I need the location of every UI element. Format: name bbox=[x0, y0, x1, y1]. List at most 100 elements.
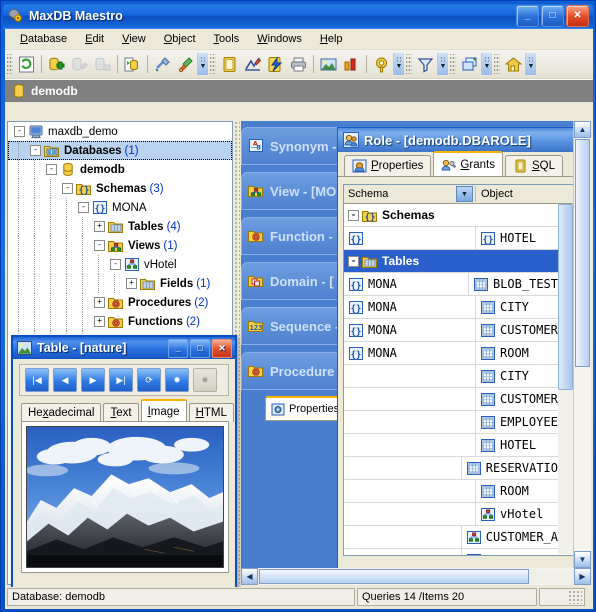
tree-node[interactable]: - vHotel bbox=[8, 255, 232, 274]
tab-properties[interactable]: Properties bbox=[344, 155, 432, 176]
grid-cell-object[interactable]: CITY bbox=[476, 296, 558, 318]
toolbar-overflow-button[interactable]: ∷ ▼ bbox=[197, 53, 208, 75]
grid-cell-object[interactable]: {} HOTEL bbox=[476, 227, 558, 249]
menu-tools[interactable]: Tools bbox=[205, 31, 249, 47]
add-database-icon[interactable] bbox=[46, 54, 67, 75]
grid-data-row[interactable]: CITY bbox=[344, 365, 558, 388]
grid-cell-schema[interactable]: {} bbox=[344, 227, 476, 249]
scroll-right-icon[interactable]: ▶ bbox=[574, 568, 591, 585]
edit-database-icon[interactable] bbox=[69, 54, 90, 75]
toolbar-overflow-button[interactable]: ∷ ▼ bbox=[393, 53, 404, 75]
security-icon[interactable] bbox=[371, 54, 392, 75]
design-query-icon[interactable] bbox=[242, 54, 263, 75]
collapse-icon[interactable]: - bbox=[348, 209, 359, 221]
grid-cell-object[interactable]: vHotel bbox=[476, 503, 558, 525]
tree-node[interactable]: + Functions (2) bbox=[8, 312, 232, 331]
grid-data-row[interactable]: HOTEL bbox=[344, 434, 558, 457]
grid-cell-schema[interactable] bbox=[344, 411, 476, 433]
grid-cell-schema[interactable] bbox=[344, 503, 476, 525]
collapse-icon[interactable]: - bbox=[30, 145, 41, 156]
grid-cell-object[interactable]: CUSTOMER bbox=[476, 319, 558, 341]
toolbar-grip[interactable] bbox=[494, 54, 500, 74]
dialog-close-button[interactable]: ✕ bbox=[212, 338, 232, 358]
toolbar-grip[interactable] bbox=[210, 54, 216, 74]
tree-node[interactable]: - Views (1) bbox=[8, 236, 232, 255]
grid-cell-object[interactable]: ROOM bbox=[476, 480, 558, 502]
mdi-scroll-thumb[interactable] bbox=[575, 139, 590, 367]
tab-image[interactable]: Image bbox=[140, 399, 187, 422]
new-query-icon[interactable] bbox=[219, 54, 240, 75]
grid-data-row[interactable]: {} {} HOTEL bbox=[344, 227, 558, 250]
collapse-icon[interactable]: - bbox=[46, 164, 57, 175]
tab-text[interactable]: Text bbox=[103, 403, 139, 422]
toolbar-grip[interactable] bbox=[7, 54, 13, 74]
collapse-icon[interactable]: - bbox=[78, 202, 89, 213]
grid-cell-schema[interactable] bbox=[344, 365, 476, 387]
grid-data-row[interactable]: {} MONA BLOB_TEST bbox=[344, 273, 558, 296]
chart-icon[interactable] bbox=[341, 54, 362, 75]
grid-cell-object[interactable]: RESERVATIO bbox=[462, 457, 558, 479]
disconnect-icon[interactable] bbox=[152, 54, 173, 75]
tree-node[interactable]: + Tables (4) bbox=[8, 217, 232, 236]
grid-data-row[interactable]: CUSTOMER bbox=[344, 388, 558, 411]
grid-scroll-thumb[interactable] bbox=[558, 204, 573, 390]
last-record-button[interactable]: ▶| bbox=[109, 368, 133, 392]
delete-database-icon[interactable] bbox=[92, 54, 113, 75]
mdi-hscroll-thumb[interactable] bbox=[259, 569, 529, 584]
tree-node[interactable]: + Fields (1) bbox=[8, 274, 232, 293]
menu-object[interactable]: Object bbox=[155, 31, 205, 47]
grid-cell-object[interactable]: CUSTOM_HOT bbox=[462, 549, 558, 555]
collapse-icon[interactable]: - bbox=[14, 126, 25, 137]
grid-cell-schema[interactable]: {} MONA bbox=[344, 273, 469, 295]
resize-grip-icon[interactable] bbox=[568, 590, 582, 604]
tab-sql[interactable]: SQL bbox=[504, 155, 563, 176]
tree-node[interactable]: - Databases (1) bbox=[8, 141, 232, 160]
scroll-up-icon[interactable]: ▲ bbox=[574, 121, 591, 138]
refresh-button[interactable]: ⟳ bbox=[137, 368, 161, 392]
grid-data-row[interactable]: CUSTOM_HOT bbox=[344, 549, 558, 555]
window-cascade-icon[interactable] bbox=[459, 54, 480, 75]
expand-icon[interactable]: + bbox=[94, 316, 105, 327]
grid-cell-object[interactable]: CUSTOMER_A bbox=[462, 526, 558, 548]
grid-cell-schema[interactable] bbox=[344, 549, 462, 555]
menu-help[interactable]: Help bbox=[311, 31, 352, 47]
next-record-button[interactable]: ▶ bbox=[81, 368, 105, 392]
mdi-hscroll-track[interactable] bbox=[258, 569, 574, 584]
expand-icon[interactable]: + bbox=[126, 278, 137, 289]
grid-data-row[interactable]: {} MONA CITY bbox=[344, 296, 558, 319]
home-icon[interactable] bbox=[503, 54, 524, 75]
toolbar-grip[interactable] bbox=[450, 54, 456, 74]
grid-cell-schema[interactable] bbox=[344, 457, 462, 479]
grid-cell-object[interactable]: ROOM bbox=[476, 342, 558, 364]
toolbar-grip[interactable] bbox=[406, 54, 412, 74]
dialog-maximize-button[interactable]: □ bbox=[190, 338, 210, 358]
background-tab-properties[interactable]: Properties bbox=[265, 396, 346, 421]
grid-cell-schema[interactable] bbox=[344, 526, 462, 548]
expand-icon[interactable]: + bbox=[94, 221, 105, 232]
grid-data-row[interactable]: {} MONA CUSTOMER bbox=[344, 319, 558, 342]
chevron-down-icon[interactable]: ▼ bbox=[456, 186, 473, 202]
menu-windows[interactable]: Windows bbox=[248, 31, 311, 47]
scroll-left-icon[interactable]: ◀ bbox=[241, 568, 258, 585]
grid-group-row[interactable]: -{} Schemas bbox=[344, 204, 558, 227]
grid-cell-object[interactable]: CITY bbox=[476, 365, 558, 387]
grants-grid[interactable]: Schema ▼ Object -{} Schemas{}{} HOTEL - Tabl… bbox=[343, 184, 575, 556]
grid-data-row[interactable]: EMPLOYEE bbox=[344, 411, 558, 434]
menu-database[interactable]: DDatabaseatabase bbox=[11, 31, 76, 47]
grid-cell-schema[interactable]: {} MONA bbox=[344, 319, 476, 341]
scroll-down-icon[interactable]: ▼ bbox=[574, 551, 591, 568]
print-icon[interactable] bbox=[288, 54, 309, 75]
grid-data-row[interactable]: RESERVATIO bbox=[344, 457, 558, 480]
tab-hexadecimal[interactable]: Hexadecimal bbox=[21, 403, 102, 422]
mdi-horizontal-scrollbar[interactable]: ◀ ▶ bbox=[241, 568, 591, 585]
grid-cell-object[interactable]: BLOB_TEST bbox=[469, 273, 558, 295]
grid-cell-schema[interactable]: {} MONA bbox=[344, 296, 476, 318]
toolbar-overflow-button[interactable]: ∷ ▼ bbox=[481, 53, 492, 75]
column-header-schema[interactable]: Schema ▼ bbox=[344, 186, 476, 202]
grid-cell-schema[interactable] bbox=[344, 480, 476, 502]
connect-icon[interactable] bbox=[175, 54, 196, 75]
collapse-icon[interactable]: - bbox=[348, 255, 359, 267]
menu-view[interactable]: View bbox=[113, 31, 155, 47]
grid-cell-object[interactable]: EMPLOYEE bbox=[476, 411, 558, 433]
tab-grants[interactable]: Grants bbox=[433, 151, 503, 176]
